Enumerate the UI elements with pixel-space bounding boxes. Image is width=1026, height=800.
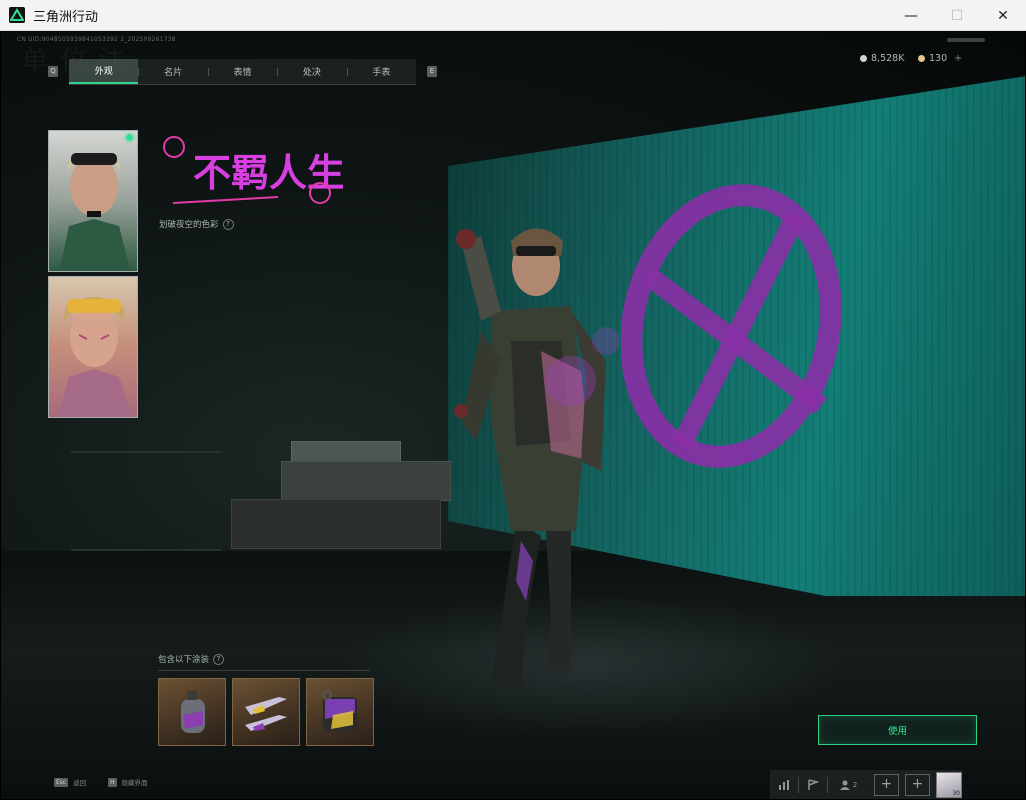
case-skin-icon <box>322 690 357 731</box>
operator-portrait-2 <box>57 297 133 417</box>
stats-icon[interactable] <box>770 773 798 797</box>
knife-skin-icon <box>245 697 287 731</box>
tab-key-right[interactable]: E <box>427 66 437 77</box>
currency-gold[interactable]: 130 + <box>918 53 962 64</box>
tab-appearance[interactable]: 外观 <box>69 59 139 84</box>
tab-key-left[interactable]: Q <box>48 66 58 77</box>
friend-count: 2 <box>852 780 858 789</box>
skin-logo: 不羁人生 <box>163 136 343 204</box>
bottom-toolbar: 2 + + 30 <box>770 770 962 799</box>
tab-watch[interactable]: 手表 <box>346 59 416 84</box>
player-avatar[interactable]: 30 <box>936 771 962 798</box>
skin-logo-text: 不羁人生 <box>193 151 343 195</box>
hint-hide-ui-key: H <box>108 777 117 787</box>
window-controls: — ☐ ✕ <box>888 0 1026 31</box>
contents-label: 包含以下涂装 ? <box>158 653 225 665</box>
tab-emote[interactable]: 表情 <box>207 59 277 84</box>
app-logo-icon <box>9 7 25 23</box>
hint-back-key: Esc <box>54 777 69 787</box>
operator-character <box>454 228 620 691</box>
flag-icon[interactable] <box>799 773 827 797</box>
corner-indicator <box>947 38 985 42</box>
player-uid: CN UID:9048505939841053292 2_20250926173… <box>17 36 176 43</box>
category-tabs: 外观 名片 表情 处决 手表 <box>69 59 416 85</box>
hint-hide-ui-label: 隐藏界面 <box>121 779 148 787</box>
skin-help-icon[interactable]: ? <box>222 218 234 230</box>
silver-coin-icon <box>860 55 867 62</box>
use-button[interactable]: 使用 <box>818 715 977 745</box>
add-currency-icon[interactable]: + <box>954 53 962 64</box>
category-tab-bar: Q 外观 名片 表情 处决 手表 E <box>46 59 440 85</box>
skin-description: 划破夜空的色彩 ? <box>159 218 234 230</box>
currency-gold-value: 130 <box>929 53 948 64</box>
window-title: 三角洲行动 <box>33 9 99 25</box>
grenade-skin-icon <box>181 691 205 733</box>
game-scene <box>1 31 1025 799</box>
friends-button[interactable]: 2 <box>828 773 868 797</box>
tab-execution[interactable]: 处决 <box>277 59 346 84</box>
close-button[interactable]: ✕ <box>980 0 1026 31</box>
operator-card-selected[interactable] <box>48 130 138 272</box>
maximize-button[interactable]: ☐ <box>934 0 980 31</box>
invite-slot-1[interactable]: + <box>874 773 899 796</box>
contents-divider <box>158 670 370 671</box>
gold-coin-icon <box>918 55 925 62</box>
background-shelf <box>71 451 221 551</box>
contents-label-text: 包含以下涂装 <box>158 655 210 665</box>
tab-name-card[interactable]: 名片 <box>138 59 207 84</box>
contents-item-grenade[interactable] <box>158 678 226 746</box>
hint-hide-ui[interactable]: H 隐藏界面 <box>108 777 148 787</box>
spray-graffiti-icon <box>621 184 842 468</box>
invite-slot-2[interactable]: + <box>905 773 930 796</box>
player-level: 30 <box>952 789 960 797</box>
currency-silver[interactable]: 8,528K <box>860 53 904 64</box>
window-titlebar: 三角洲行动 — ☐ ✕ <box>0 0 1026 31</box>
operator-card[interactable] <box>48 276 138 418</box>
contents-help-icon[interactable]: ? <box>213 653 225 665</box>
hint-back-label: 返回 <box>73 779 87 787</box>
contents-item-knife[interactable] <box>232 678 300 746</box>
operator-portrait-1 <box>59 153 131 271</box>
currency-silver-value: 8,528K <box>871 53 905 64</box>
minimize-button[interactable]: — <box>888 0 934 31</box>
equipped-indicator <box>126 134 133 141</box>
hint-back[interactable]: Esc 返回 <box>54 777 86 787</box>
contents-item-case[interactable] <box>306 678 374 746</box>
friends-icon <box>839 780 850 790</box>
skin-description-text: 划破夜空的色彩 <box>159 220 219 230</box>
